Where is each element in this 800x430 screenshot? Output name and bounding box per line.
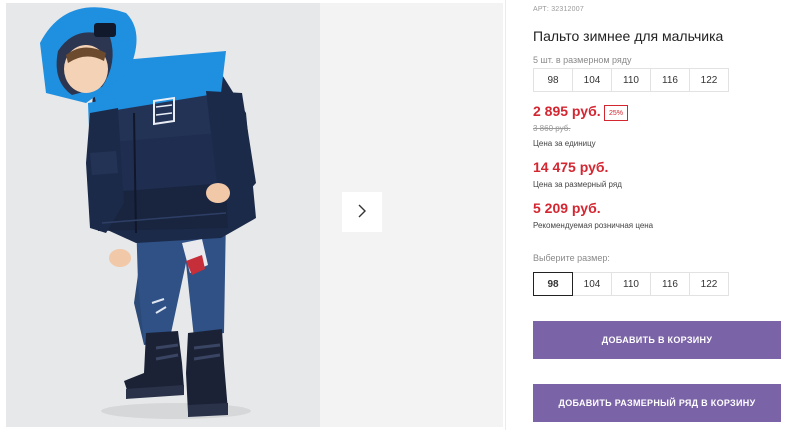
set-price-label: Цена за размерный ряд <box>533 180 622 189</box>
unit-price: 2 895 руб. <box>533 103 601 119</box>
old-price: 3 860 руб. <box>533 124 571 133</box>
size-option-98[interactable]: 98 <box>533 272 573 296</box>
size-set-cell: 98 <box>533 68 573 92</box>
discount-badge: 25% <box>604 105 629 121</box>
set-price: 14 475 руб. <box>533 159 609 175</box>
unit-price-label: Цена за единицу <box>533 139 596 148</box>
retail-price-label: Рекомендуемая розничная цена <box>533 221 654 230</box>
add-size-set-to-cart-button[interactable]: ДОБАВИТЬ РАЗМЕРНЫЙ РЯД В КОРЗИНУ <box>533 384 781 422</box>
size-set-cell: 116 <box>650 68 690 92</box>
product-gallery <box>0 0 505 430</box>
size-option-110[interactable]: 110 <box>611 272 651 296</box>
product-title: Пальто зимнее для мальчика <box>533 28 724 44</box>
size-option-122[interactable]: 122 <box>689 272 729 296</box>
gallery-next-button[interactable] <box>342 192 382 232</box>
size-option-116[interactable]: 116 <box>650 272 690 296</box>
product-sku: АРТ: 32312007 <box>533 6 584 13</box>
chevron-right-icon <box>356 203 368 222</box>
child-in-winter-coat-image <box>40 7 256 419</box>
size-option-104[interactable]: 104 <box>572 272 612 296</box>
retail-price: 5 209 руб. <box>533 200 601 216</box>
add-to-cart-button[interactable]: ДОБАВИТЬ В КОРЗИНУ <box>533 321 781 359</box>
product-info-panel: АРТ: 32312007 Пальто зимнее для мальчика… <box>533 0 783 430</box>
size-set-list: 98 104 110 116 122 <box>533 68 729 92</box>
size-set-cell: 122 <box>689 68 729 92</box>
size-set-cell: 110 <box>611 68 651 92</box>
size-selector: 98 104 110 116 122 <box>533 272 729 296</box>
product-photo[interactable] <box>6 3 320 427</box>
panel-divider <box>505 0 506 430</box>
size-set-note: 5 шт. в размерном ряду <box>533 55 632 65</box>
size-set-cell: 104 <box>572 68 612 92</box>
size-selector-label: Выберите размер: <box>533 253 610 263</box>
